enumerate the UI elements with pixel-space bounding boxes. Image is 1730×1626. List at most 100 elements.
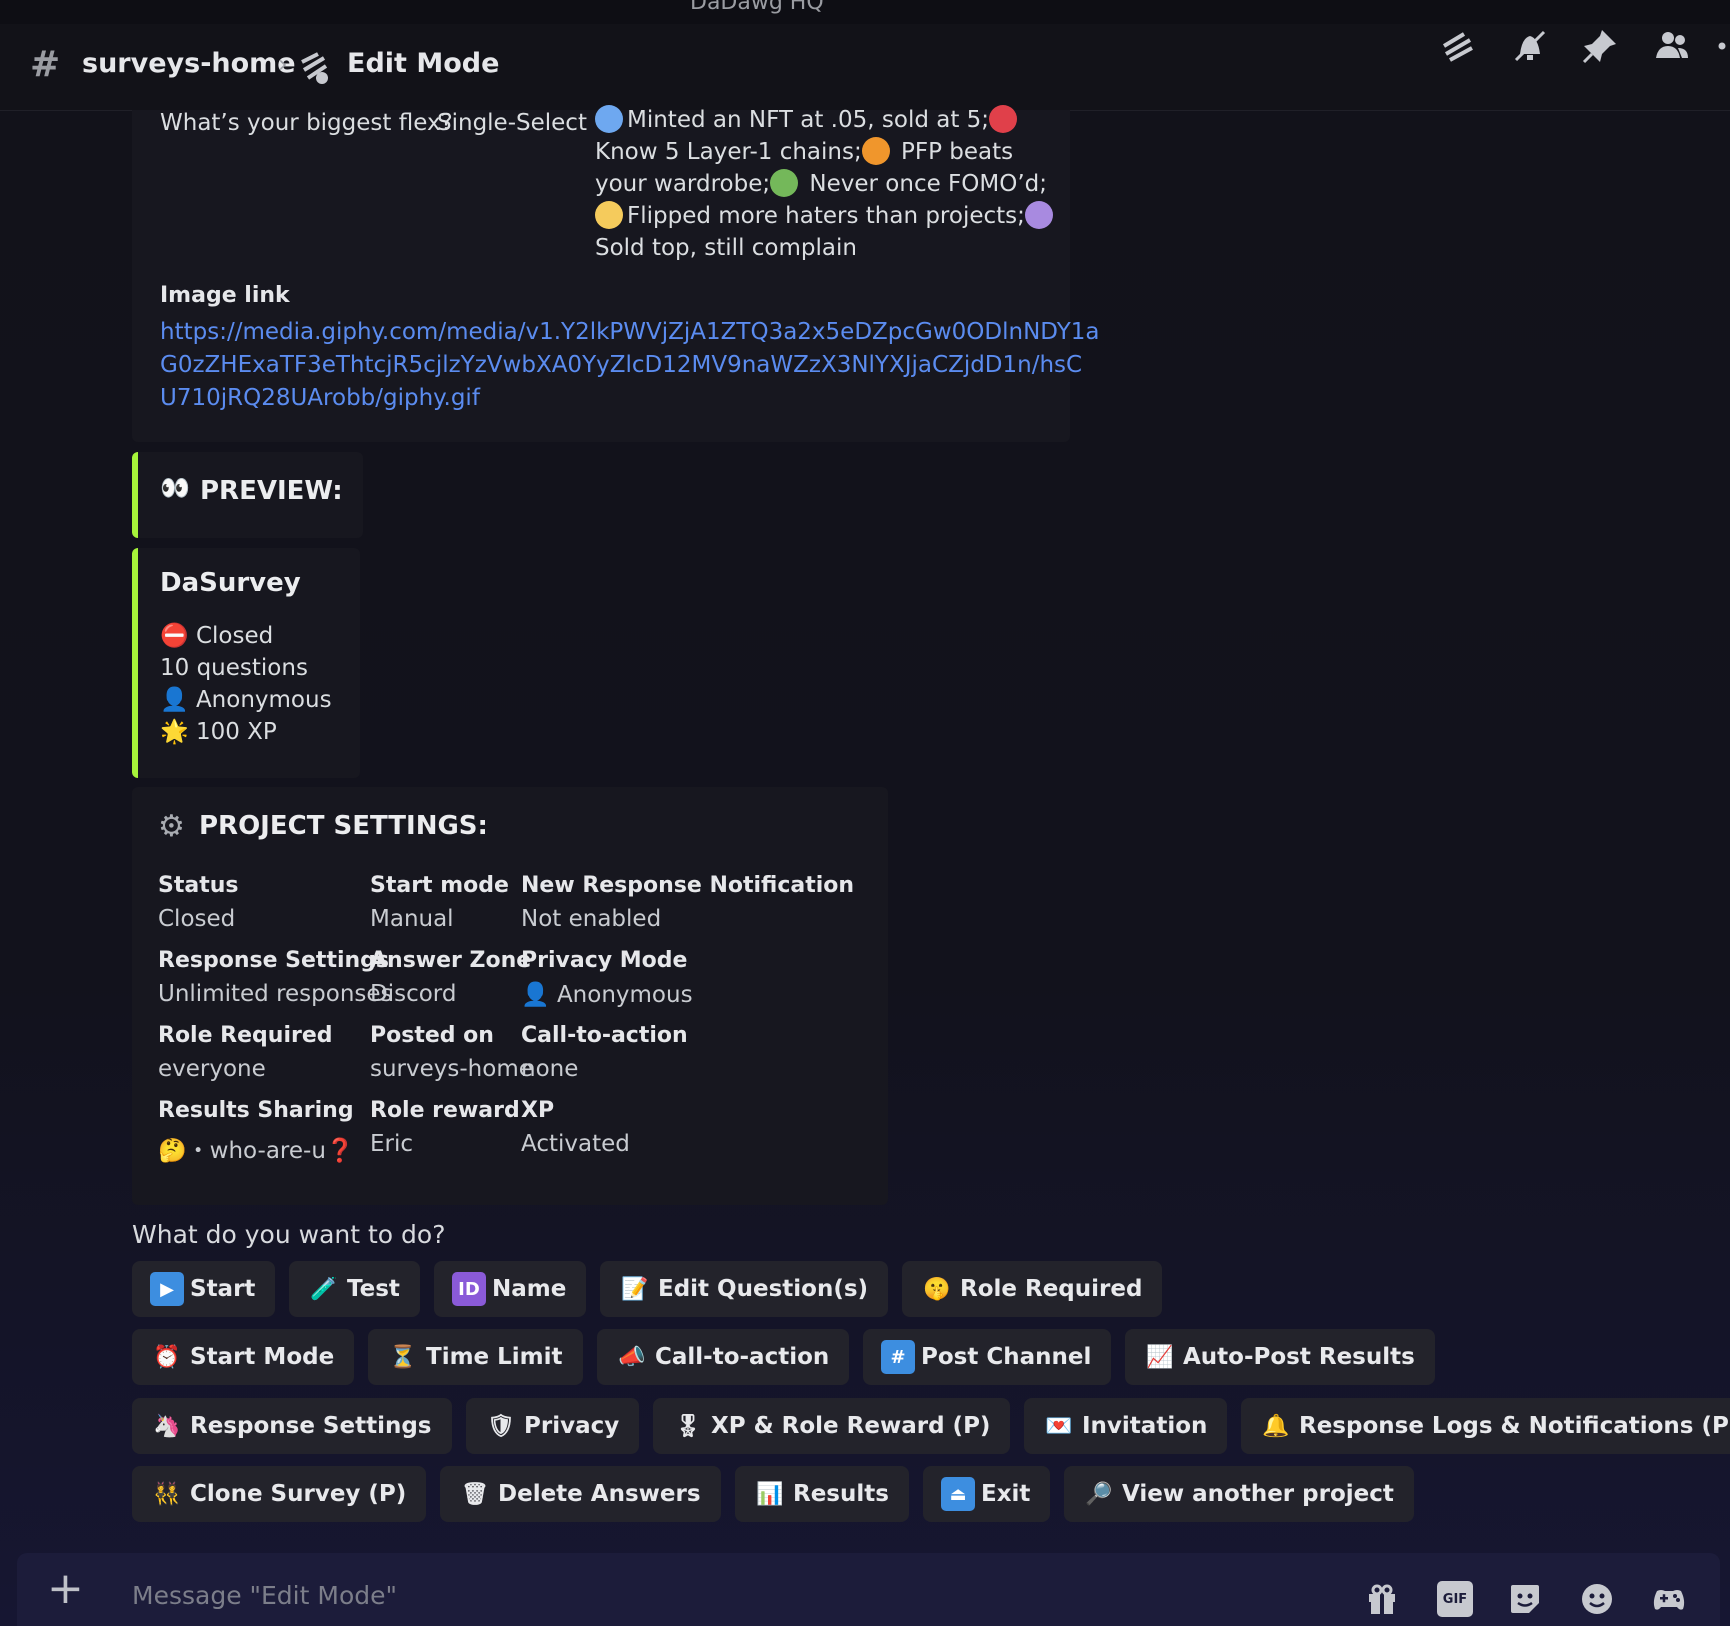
plus-icon[interactable]: + bbox=[47, 1563, 84, 1614]
privacy-button[interactable]: 🛡 Privacy bbox=[466, 1398, 640, 1454]
setting-label: Status bbox=[158, 873, 239, 898]
setting-label: Response Settings bbox=[158, 948, 389, 973]
clone-survey-icon: 👯 bbox=[153, 1481, 181, 1507]
title-bar: DaDawg HQ bbox=[0, 0, 1730, 25]
image-link-line[interactable]: G0zZHExaTF3eThtcjR5cjlzYzVwbXA0YyZlcD12M… bbox=[160, 349, 1100, 382]
auto-post-results-icon: 📈 bbox=[1146, 1344, 1174, 1370]
option-line: Sold top, still complain bbox=[595, 232, 1057, 264]
survey-title: DaSurvey bbox=[160, 568, 301, 598]
button-label: Clone Survey (P) bbox=[190, 1481, 407, 1507]
call-to-action-button[interactable]: 📣 Call-to-action bbox=[597, 1329, 850, 1385]
thread-icon bbox=[301, 52, 328, 84]
option-text: your wardrobe; bbox=[595, 171, 771, 197]
option-text: Sold top, still complain bbox=[595, 235, 857, 261]
message-input[interactable]: Message "Edit Mode" bbox=[132, 1581, 397, 1610]
response-settings-icon: 🦄 bbox=[153, 1413, 181, 1439]
sticker-icon[interactable] bbox=[1507, 1581, 1543, 1617]
image-link-line[interactable]: U710jRQ28UArobb/giphy.gif bbox=[160, 382, 1100, 415]
name-button[interactable]: ID Name bbox=[434, 1261, 587, 1317]
button-label: Start bbox=[190, 1276, 256, 1302]
star-icon: 🌟 bbox=[160, 719, 189, 745]
results-button[interactable]: 📊 Results bbox=[735, 1466, 909, 1522]
time-limit-button[interactable]: ⏳ Time Limit bbox=[368, 1329, 583, 1385]
role-required-icon: 🤫 bbox=[923, 1276, 951, 1302]
button-label: Time Limit bbox=[426, 1344, 563, 1370]
test-button[interactable]: 🧪 Test bbox=[289, 1261, 420, 1317]
exit-button[interactable]: ⏏ Exit bbox=[923, 1466, 1051, 1522]
view-another-project-button[interactable]: 🔎 View another project bbox=[1064, 1466, 1414, 1522]
response-logs-button[interactable]: 🔔 Response Logs & Notifications (P) bbox=[1241, 1398, 1730, 1454]
action-prompt: What do you want to do? bbox=[132, 1220, 446, 1249]
breadcrumb-separator: › bbox=[278, 50, 288, 78]
setting-value: everyone bbox=[158, 1056, 266, 1082]
setting-value: Eric bbox=[370, 1131, 414, 1157]
setting-label: Start mode bbox=[370, 873, 509, 898]
delete-answers-icon: 🗑 bbox=[461, 1481, 489, 1507]
setting-label: Role Required bbox=[158, 1023, 333, 1048]
setting-label: Call-to-action bbox=[521, 1023, 688, 1048]
setting-cell: Status Closed bbox=[158, 873, 238, 932]
more-options-icon[interactable] bbox=[1714, 24, 1730, 68]
response-settings-button[interactable]: 🦄 Response Settings bbox=[132, 1398, 452, 1454]
button-label: Invitation bbox=[1082, 1413, 1208, 1439]
settings-title: PROJECT SETTINGS: bbox=[199, 811, 488, 841]
delete-answers-button[interactable]: 🗑 Delete Answers bbox=[440, 1466, 721, 1522]
role-required-button[interactable]: 🤫 Role Required bbox=[902, 1261, 1163, 1317]
auto-post-results-button[interactable]: 📈 Auto-Post Results bbox=[1125, 1329, 1435, 1385]
gamepad-icon[interactable] bbox=[1651, 1581, 1687, 1617]
color-dot-icon bbox=[989, 105, 1018, 133]
question-embed: What’s your biggest flex? Single-Select … bbox=[132, 105, 1100, 442]
emoji-icon[interactable] bbox=[1579, 1581, 1615, 1617]
option-text: Minted an NFT at .05, sold at 5; bbox=[627, 107, 990, 133]
preview-embed: 👀 PREVIEW: bbox=[132, 452, 363, 538]
clone-survey-button[interactable]: 👯 Clone Survey (P) bbox=[132, 1466, 427, 1522]
setting-cell: Privacy Mode 👤 Anonymous bbox=[521, 948, 693, 1008]
setting-value: 🤔・who-are-u❓ bbox=[158, 1138, 355, 1164]
button-label: Privacy bbox=[524, 1413, 620, 1439]
option-text: Flipped more haters than projects; bbox=[627, 203, 1025, 229]
project-settings-embed: ⚙ PROJECT SETTINGS: Status Closed Start mo… bbox=[132, 787, 888, 1205]
start-button[interactable]: ▶ Start bbox=[132, 1261, 276, 1317]
results-icon: 📊 bbox=[756, 1481, 784, 1507]
setting-label: XP bbox=[521, 1098, 555, 1123]
members-icon[interactable] bbox=[1650, 24, 1694, 68]
pin-icon[interactable] bbox=[1578, 24, 1622, 68]
name-icon: ID bbox=[452, 1272, 486, 1306]
setting-cell: Role reward Eric bbox=[370, 1098, 520, 1157]
response-logs-icon: 🔔 bbox=[1262, 1413, 1290, 1439]
xp-role-reward-button[interactable]: 🎖 XP & Role Reward (P) bbox=[653, 1398, 1011, 1454]
setting-cell: Role Required everyone bbox=[158, 1023, 333, 1082]
button-label: Role Required bbox=[960, 1276, 1143, 1302]
setting-value: 👤 Anonymous bbox=[521, 982, 693, 1008]
image-link[interactable]: https://media.giphy.com/media/v1.Y2lkPWV… bbox=[160, 316, 1100, 415]
setting-value: Activated bbox=[521, 1131, 630, 1157]
app-window: DaDawg HQ # surveys-home › Edit Mode Wha… bbox=[0, 0, 1730, 1626]
setting-cell: XP Activated bbox=[521, 1098, 630, 1157]
channel-name[interactable]: surveys-home bbox=[82, 48, 296, 79]
edit-questions-button[interactable]: 📝 Edit Question(s) bbox=[600, 1261, 889, 1317]
setting-value: none bbox=[521, 1056, 579, 1082]
color-dot-icon bbox=[770, 169, 799, 197]
start-mode-button[interactable]: ⏰ Start Mode bbox=[132, 1329, 355, 1385]
channel-header: # surveys-home › Edit Mode bbox=[0, 24, 1730, 111]
time-limit-icon: ⏳ bbox=[389, 1344, 417, 1370]
survey-xp: 🌟 100 XP bbox=[160, 716, 332, 748]
post-channel-button[interactable]: # Post Channel bbox=[863, 1329, 1112, 1385]
mute-bell-icon[interactable] bbox=[1508, 24, 1552, 68]
image-link-line[interactable]: https://media.giphy.com/media/v1.Y2lkPWV… bbox=[160, 316, 1100, 349]
gif-icon[interactable]: GIF bbox=[1437, 1581, 1473, 1617]
option-text: Know 5 Layer-1 chains; bbox=[595, 139, 862, 165]
color-dot-icon bbox=[861, 137, 890, 165]
button-label: Exit bbox=[981, 1481, 1031, 1507]
setting-label: Role reward bbox=[370, 1098, 520, 1123]
threads-icon[interactable] bbox=[1436, 24, 1480, 68]
button-label: Auto-Post Results bbox=[1183, 1344, 1415, 1370]
option-line: Minted an NFT at .05, sold at 5; bbox=[595, 104, 1057, 136]
invitation-button[interactable]: 💌 Invitation bbox=[1024, 1398, 1228, 1454]
setting-value: Unlimited responses bbox=[158, 981, 393, 1007]
gift-icon[interactable] bbox=[1364, 1581, 1400, 1617]
button-label: Start Mode bbox=[190, 1344, 335, 1370]
setting-cell: Response Settings Unlimited responses bbox=[158, 948, 393, 1007]
question-text: What’s your biggest flex? bbox=[160, 110, 453, 136]
option-line: Flipped more haters than projects; bbox=[595, 200, 1057, 232]
